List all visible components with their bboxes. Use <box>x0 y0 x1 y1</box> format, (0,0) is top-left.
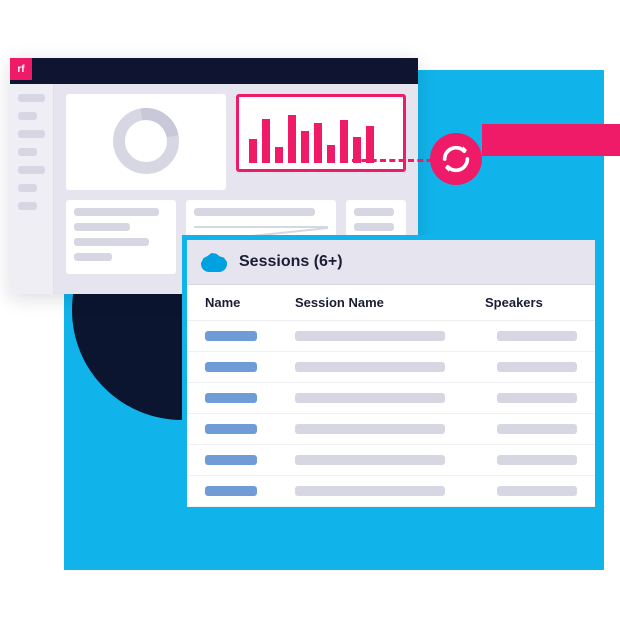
cell-session-skeleton <box>295 362 445 372</box>
cell-speakers-skeleton <box>497 424 577 434</box>
cell-session-skeleton <box>295 486 445 496</box>
bar <box>249 139 257 163</box>
bar <box>301 131 309 163</box>
column-header-session[interactable]: Session Name <box>295 295 485 310</box>
bar <box>327 145 335 163</box>
cell-speakers-skeleton <box>497 455 577 465</box>
table-row[interactable] <box>187 414 595 445</box>
table-row[interactable] <box>187 352 595 383</box>
dashboard-sidebar <box>10 84 54 294</box>
cell-name-skeleton <box>205 486 257 496</box>
cell-name-skeleton <box>205 362 257 372</box>
skeleton-tile <box>66 200 176 274</box>
cell-speakers-skeleton <box>497 362 577 372</box>
sessions-window: Sessions (6+) Name Session Name Speakers <box>182 235 600 512</box>
sync-icon <box>439 142 473 176</box>
bar <box>288 115 296 163</box>
table-row[interactable] <box>187 445 595 476</box>
cell-speakers-skeleton <box>497 331 577 341</box>
bar <box>262 119 270 163</box>
table-row[interactable] <box>187 321 595 352</box>
bar <box>314 123 322 163</box>
donut-chart-icon <box>113 108 179 174</box>
sessions-rows <box>187 321 595 507</box>
dashboard-titlebar: rf <box>10 58 418 84</box>
cell-name-skeleton <box>205 455 257 465</box>
cell-session-skeleton <box>295 424 445 434</box>
cell-session-skeleton <box>295 455 445 465</box>
cell-session-skeleton <box>295 331 445 341</box>
cell-speakers-skeleton <box>497 486 577 496</box>
cell-session-skeleton <box>295 393 445 403</box>
sync-connector-line <box>352 159 442 162</box>
cell-speakers-skeleton <box>497 393 577 403</box>
rf-logo: rf <box>10 58 32 80</box>
column-header-name[interactable]: Name <box>205 295 295 310</box>
salesforce-cloud-icon <box>201 252 227 272</box>
bar <box>366 126 374 163</box>
table-row[interactable] <box>187 476 595 507</box>
donut-chart-tile <box>66 94 226 190</box>
sessions-window-title: Sessions (6+) <box>239 253 343 271</box>
bar <box>340 120 348 163</box>
cell-name-skeleton <box>205 331 257 341</box>
sessions-columns: Name Session Name Speakers <box>187 285 595 321</box>
bar <box>275 147 283 163</box>
sync-badge[interactable] <box>430 133 482 185</box>
cell-name-skeleton <box>205 393 257 403</box>
table-row[interactable] <box>187 383 595 414</box>
cell-name-skeleton <box>205 424 257 434</box>
sessions-window-header: Sessions (6+) <box>187 240 595 285</box>
accent-stripe <box>482 124 620 156</box>
column-header-speakers[interactable]: Speakers <box>485 295 577 310</box>
